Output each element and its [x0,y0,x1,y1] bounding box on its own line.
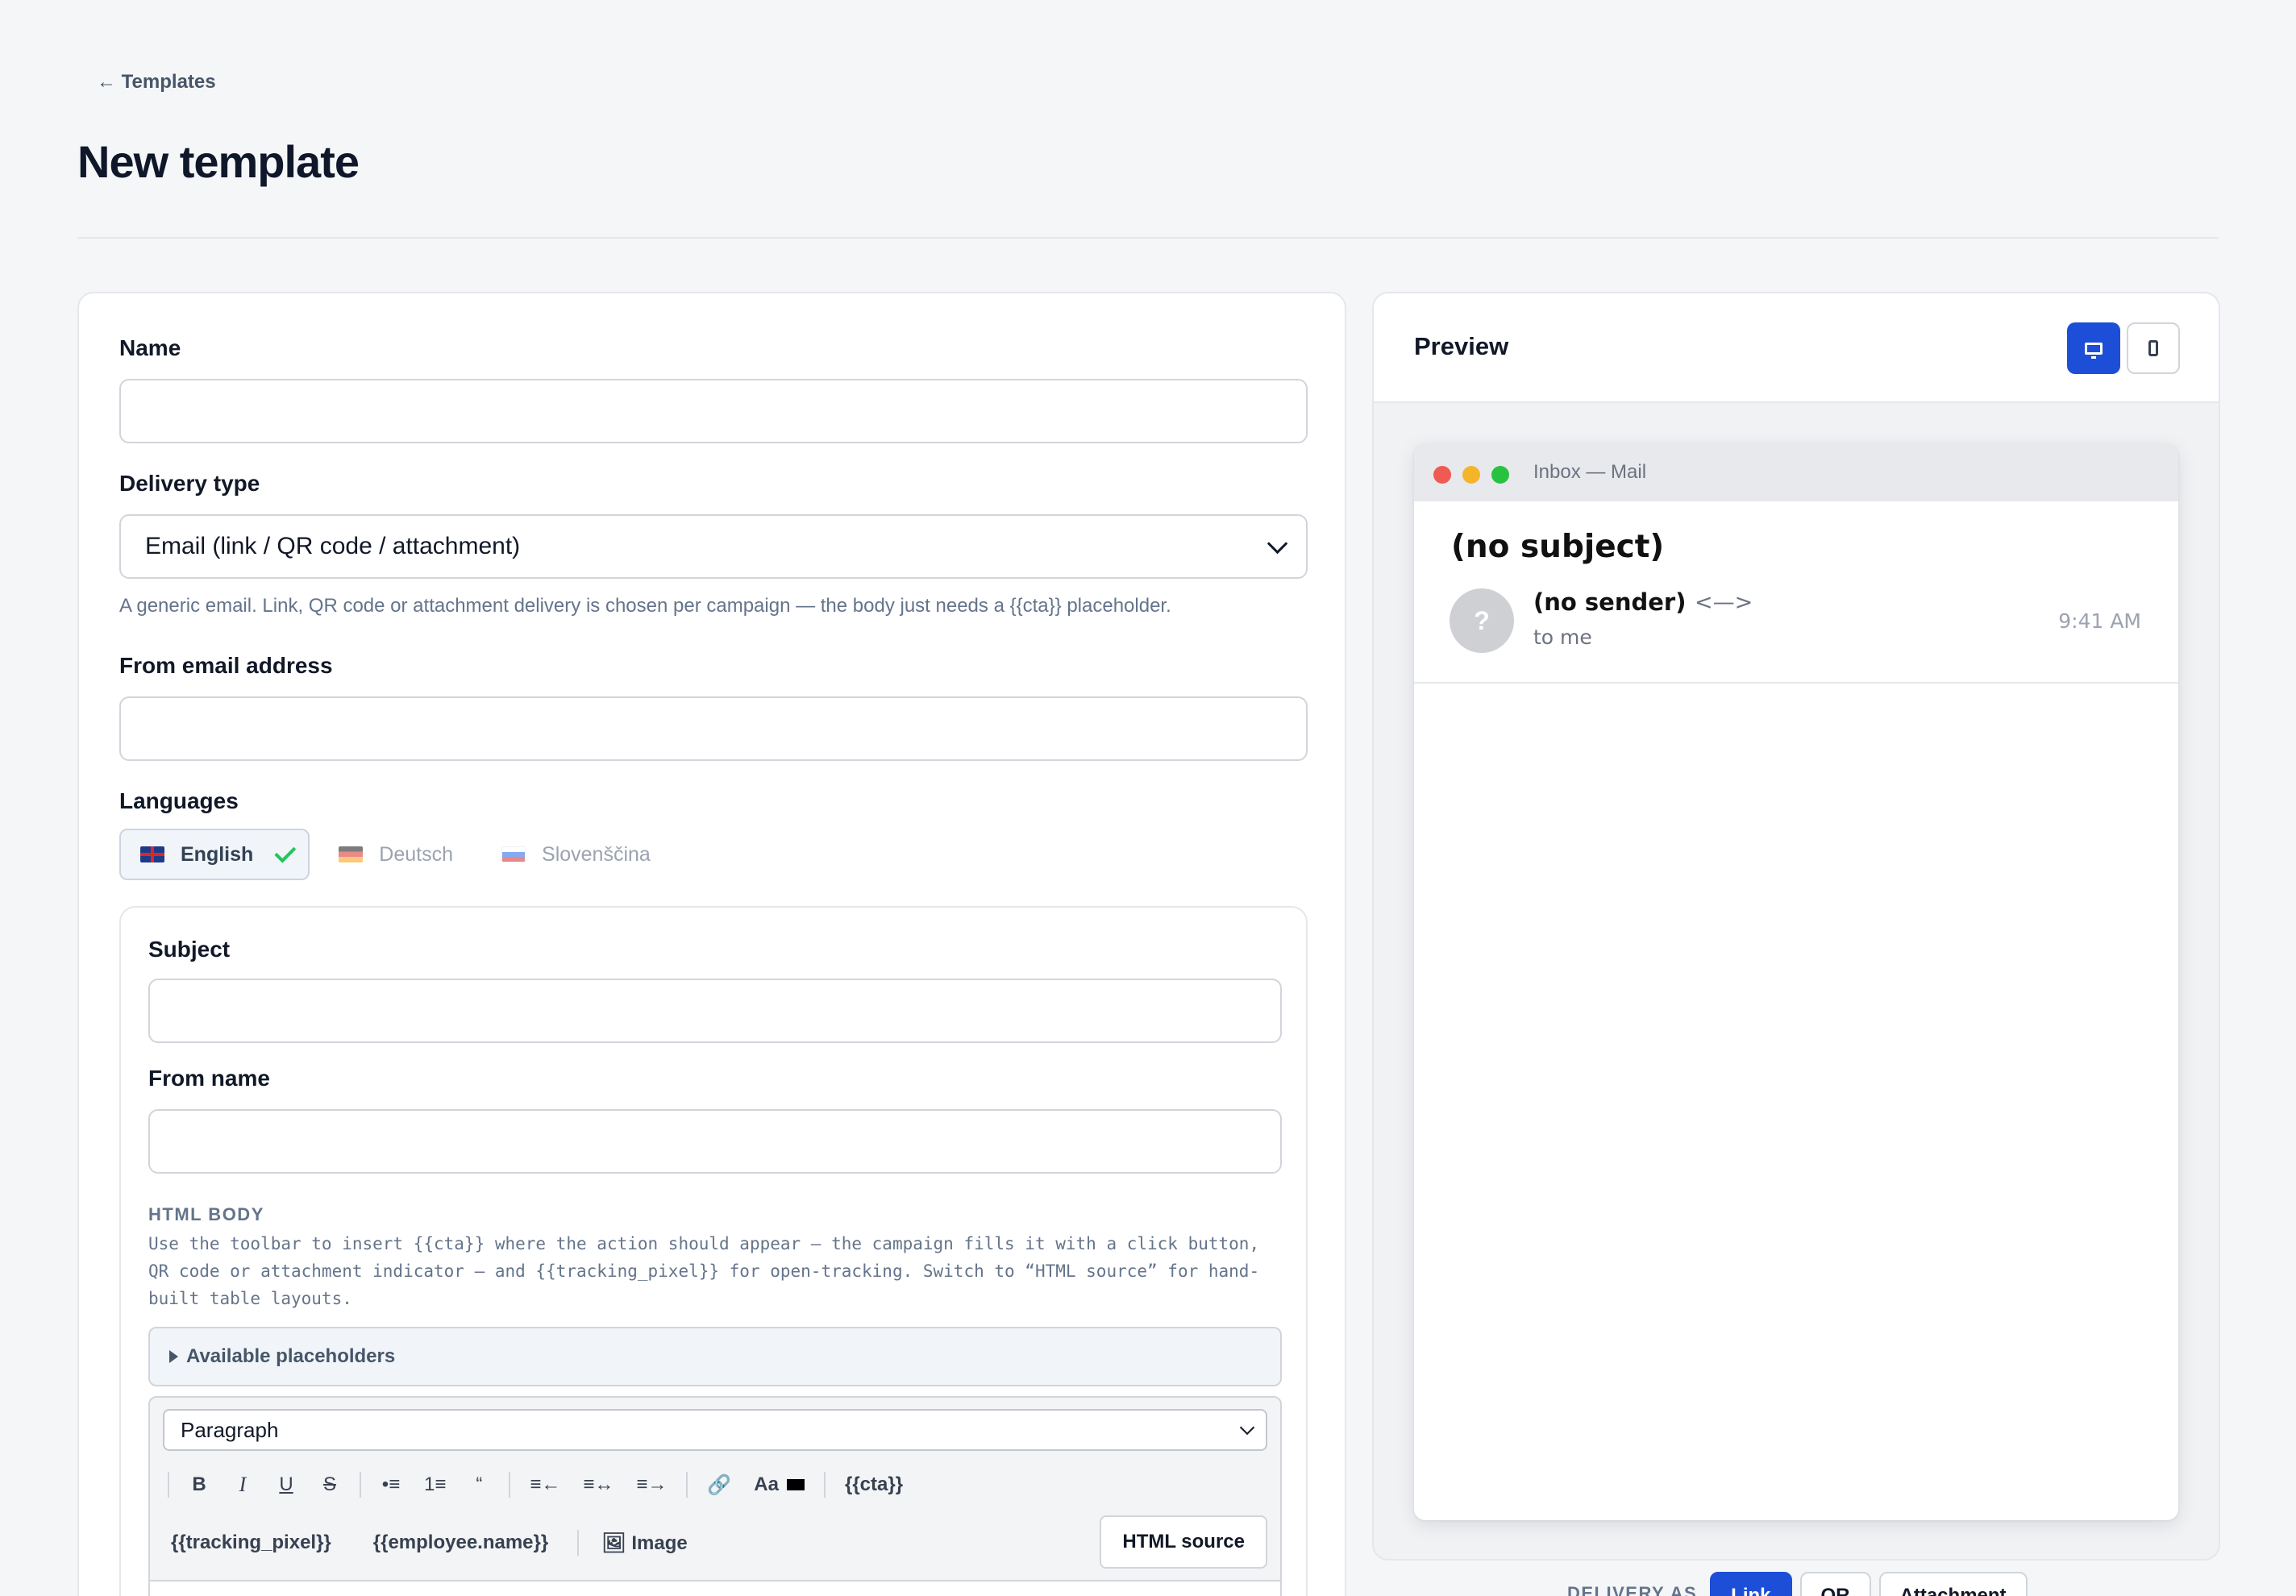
link-icon: 🔗 [707,1473,732,1496]
language-label: Slovenščina [542,842,651,866]
back-link-label: ← Templates [97,71,216,93]
ordered-list-button[interactable]: 1≡ [413,1462,457,1507]
underline-button[interactable]: U [264,1462,308,1507]
delivery-type-label: Delivery type [119,471,260,496]
subject-label: Subject [148,937,231,962]
preview-title: Preview [1414,332,1509,360]
delivery-link-button[interactable]: Link [1710,1572,1792,1596]
from-name-input[interactable] [148,1109,1282,1174]
insert-image-button[interactable]: 🖼 Image [587,1520,702,1565]
blockquote-button[interactable]: “ [457,1462,501,1507]
toolbar-separator [686,1472,688,1498]
header-divider [77,237,2219,239]
delivery-type-value: Email (link / QR code / attachment) [145,533,521,559]
toolbar-separator [577,1530,580,1556]
delivery-attachment-button[interactable]: Attachment [1878,1572,2028,1596]
minimize-dot-icon [1462,466,1480,484]
from-email-label: From email address [119,653,333,678]
insert-cta-button[interactable]: {{cta}} [834,1462,914,1507]
language-label: Deutsch [379,842,454,866]
languages-label: Languages [119,788,239,813]
language-tabs: English Deutsch Slovenščina [119,829,670,880]
language-tab-deutsch[interactable]: Deutsch [319,829,472,880]
mail-sender: (no sender) [1533,588,1687,616]
preview-header: Preview [1374,293,2219,403]
desktop-icon [2085,342,2103,359]
toolbar-separator [168,1472,169,1498]
strikethrough-button[interactable]: S [308,1462,351,1507]
bold-button[interactable]: B [177,1462,221,1507]
avatar: ? [1450,588,1514,653]
flag-uk-icon [140,846,164,862]
delivery-as-label: DELIVERY AS [1567,1583,1698,1596]
delivery-as-switch: DELIVERY AS Link QR Attachment [1567,1572,2028,1596]
block-format-value: Paragraph [181,1417,279,1442]
insert-tracking-pixel-button[interactable]: {{tracking_pixel}} [163,1520,352,1565]
name-label: Name [119,335,181,360]
from-email-input[interactable] [119,696,1308,761]
available-placeholders-toggle[interactable]: Available placeholders [148,1327,1282,1386]
language-tab-english[interactable]: English [119,829,310,880]
editor-toolbar-row-2: {{tracking_pixel}} {{employee.name}} 🖼 I… [163,1520,702,1565]
html-body-help: Use the toolbar to insert {{cta}} where … [148,1234,1260,1308]
editor-content-area[interactable] [150,1580,1280,1596]
mail-subject: (no subject) [1451,529,1665,565]
flag-si-icon [501,846,526,862]
language-tab-slovenscina[interactable]: Slovenščina [482,829,670,880]
preview-panel: Preview Inbox — Mail (no subject) ? (no … [1372,292,2220,1561]
delivery-type-help: A generic email. Link, QR code or attach… [119,595,1171,617]
html-source-button[interactable]: HTML source [1100,1515,1267,1569]
desktop-view-button[interactable] [2067,322,2120,374]
italic-button[interactable]: I [221,1462,264,1507]
bullet-list-button[interactable]: •≡ [369,1462,413,1507]
toolbar-separator [509,1472,511,1498]
editor-toolbar-row-1: B I U S •≡ 1≡ “ ≡← ≡↔ ≡→ 🔗 Aa {{cta}} [163,1462,914,1507]
back-to-templates-link[interactable]: ← Templates [97,71,216,94]
block-format-select[interactable]: Paragraph [163,1409,1267,1451]
from-name-label: From name [148,1066,270,1091]
mail-sender-address: <—> [1695,590,1753,615]
rich-text-editor: Paragraph B I U S •≡ 1≡ “ ≡← ≡↔ ≡→ 🔗 Aa … [148,1396,1282,1596]
page: ← Templates New template Name Delivery t… [0,0,2296,1596]
mail-window-title: Inbox — Mail [1533,461,1647,483]
mail-preview-window: Inbox — Mail (no subject) ? (no sender) … [1414,443,2178,1520]
page-title: New template [77,136,360,187]
subject-input[interactable] [148,979,1282,1043]
name-input[interactable] [119,379,1308,443]
mail-header-divider [1414,682,2178,684]
chevron-down-icon [1239,1419,1255,1435]
placeholders-toggle-label: Available placeholders [186,1345,396,1367]
check-icon [274,841,297,863]
chevron-down-icon [1267,533,1288,555]
delivery-qr-button[interactable]: QR [1799,1572,1871,1596]
disclosure-triangle-icon [169,1350,178,1363]
text-color-label: Aa [754,1473,779,1495]
mobile-icon [2148,340,2158,356]
template-form: Name Delivery type Email (link / QR code… [77,292,1346,1596]
mail-window-titlebar: Inbox — Mail [1414,443,2178,501]
language-label: English [181,842,254,866]
html-body-label: HTML BODY [148,1204,264,1224]
toolbar-separator [823,1472,826,1498]
text-color-button[interactable]: Aa [742,1462,816,1507]
mobile-view-button[interactable] [2127,322,2180,374]
color-swatch [786,1479,805,1490]
flag-de-icon [339,846,364,862]
align-center-button[interactable]: ≡↔ [572,1462,625,1507]
align-right-button[interactable]: ≡→ [625,1462,678,1507]
link-button[interactable]: 🔗 [696,1462,742,1507]
mail-recipient: to me [1533,626,1592,649]
language-content-card: Subject From name HTML BODY Use the tool… [119,906,1308,1596]
align-left-button[interactable]: ≡← [518,1462,572,1507]
delivery-type-select[interactable]: Email (link / QR code / attachment) [119,514,1308,579]
toolbar-separator [360,1472,361,1498]
insert-employee-name-button[interactable]: {{employee.name}} [352,1520,569,1565]
close-dot-icon [1433,466,1451,484]
maximize-dot-icon [1491,466,1509,484]
mail-time: 9:41 AM [2058,609,2141,633]
